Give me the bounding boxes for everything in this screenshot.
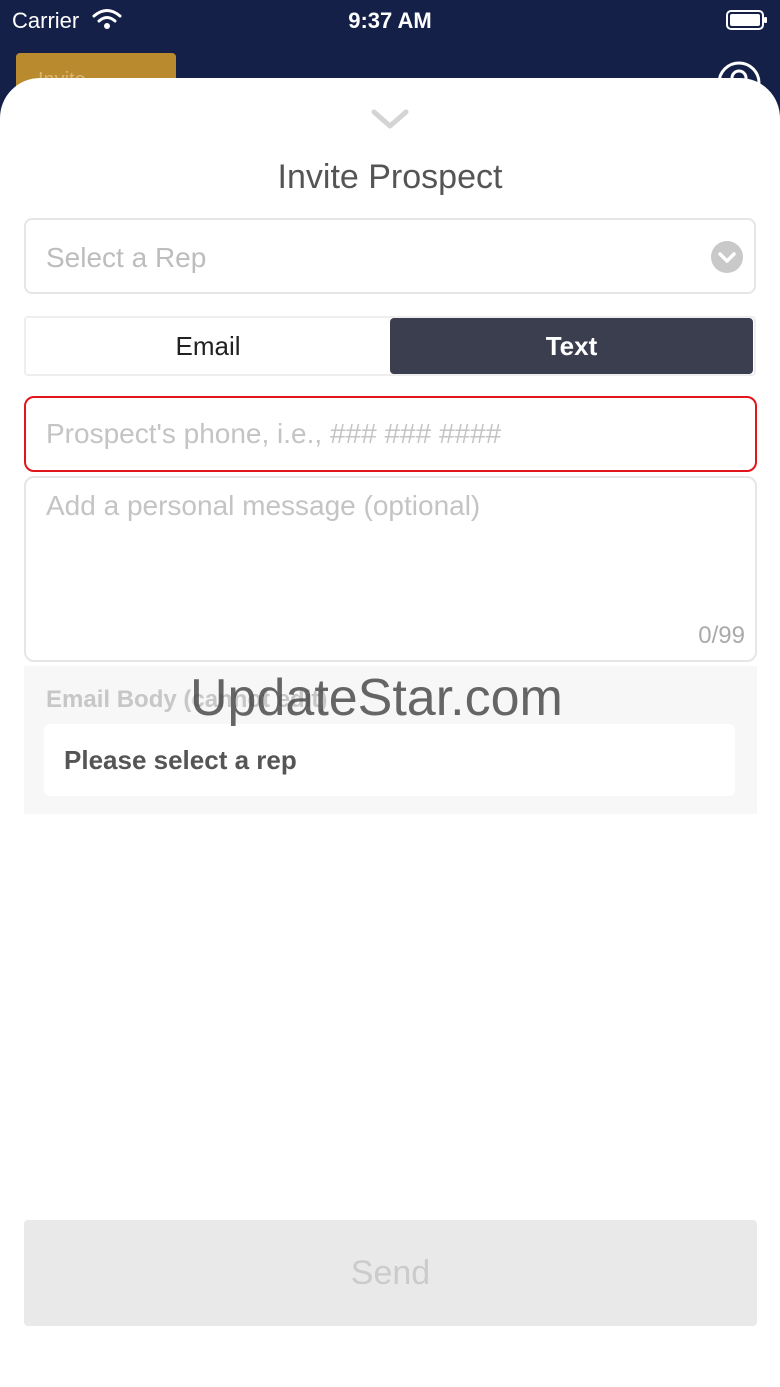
personal-message-box: 0/99 xyxy=(24,476,757,662)
rep-select-placeholder: Select a Rep xyxy=(46,242,207,273)
battery-icon xyxy=(726,10,767,30)
email-body-content: Please select a rep xyxy=(44,724,735,796)
email-body-label: Email Body (cannot edit) xyxy=(46,686,328,713)
invite-prospect-sheet: Invite Prospect Select a Rep Email Text … xyxy=(0,78,780,1387)
sheet-title: Invite Prospect xyxy=(277,158,503,196)
invite-method-segment: Email Text xyxy=(24,316,756,376)
chevron-down-circle-icon xyxy=(711,241,743,273)
chevron-down-icon[interactable] xyxy=(370,108,410,132)
segment-text[interactable]: Text xyxy=(390,318,753,374)
screen: Carrier 9:37 AM Invite Invite Prospect S… xyxy=(0,0,780,1387)
personal-message-input[interactable] xyxy=(26,478,755,618)
status-time: 9:37 AM xyxy=(348,8,432,33)
rep-select-dropdown[interactable]: Select a Rep xyxy=(24,218,756,294)
prospect-phone-input[interactable] xyxy=(24,396,757,472)
message-char-count: 0/99 xyxy=(698,622,745,649)
send-button[interactable]: Send xyxy=(24,1220,757,1326)
segment-email[interactable]: Email xyxy=(26,318,390,374)
status-bar: Carrier 9:37 AM xyxy=(0,0,780,40)
email-body-section: Email Body (cannot edit) Please select a… xyxy=(24,666,757,814)
